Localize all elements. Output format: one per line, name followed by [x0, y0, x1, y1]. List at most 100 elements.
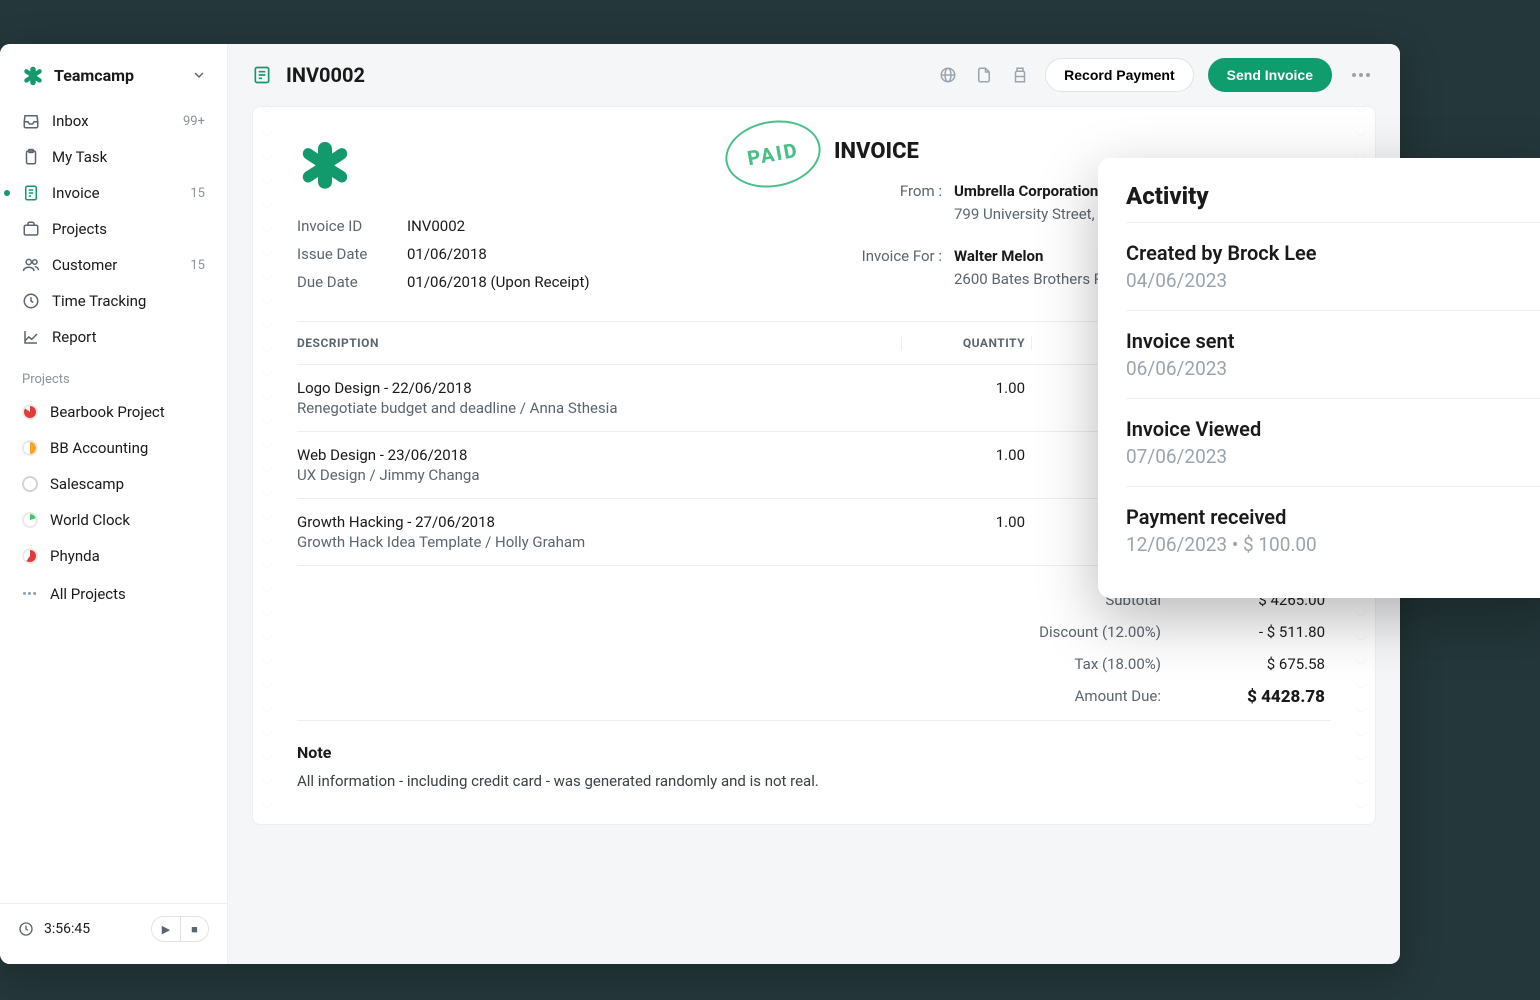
- project-label: Bearbook Project: [50, 403, 165, 421]
- nav-badge: 99+: [183, 114, 205, 129]
- issue-date-value: 01/06/2018: [407, 245, 794, 263]
- activity-item-title: Payment received: [1126, 505, 1540, 529]
- project-label: BB Accounting: [50, 439, 148, 457]
- due-date-label: Due Date: [297, 273, 407, 291]
- project-progress-icon: [22, 404, 38, 420]
- projects-section-label: Projects: [0, 354, 227, 395]
- sidebar-all-projects[interactable]: ••• All Projects: [10, 577, 217, 611]
- totals-row: Tax (18.00%)$ 675.58: [297, 648, 1331, 680]
- activity-title: Activity: [1126, 182, 1540, 210]
- activity-item: Payment received 12/06/2023 • $ 100.00: [1126, 486, 1540, 574]
- totals-row: Discount (12.00%)- $ 511.80: [297, 616, 1331, 648]
- activity-panel: Activity Created by Brock Lee 04/06/2023 I…: [1098, 158, 1540, 598]
- chart-icon: [22, 328, 40, 346]
- page-title: INV0002: [286, 63, 365, 87]
- activity-item-title: Created by Brock Lee: [1126, 241, 1540, 265]
- line-qty: 1.00: [901, 513, 1031, 551]
- project-world-clock[interactable]: World Clock: [10, 503, 217, 537]
- clipboard-icon: [22, 148, 40, 166]
- project-progress-icon: [22, 548, 38, 564]
- nav-label: Customer: [52, 256, 117, 274]
- invoice-id-value: INV0002: [407, 217, 794, 235]
- sidebar-item-customer[interactable]: Customer 15: [10, 248, 217, 282]
- activity-item: Invoice Viewed 07/06/2023: [1126, 398, 1540, 486]
- note-body: All information - including credit card …: [297, 772, 1331, 790]
- activity-item-title: Invoice sent: [1126, 329, 1540, 353]
- from-label: From :: [834, 182, 954, 200]
- invoice-id-label: Invoice ID: [297, 217, 407, 235]
- line-title: Logo Design - 22/06/2018: [297, 379, 901, 397]
- line-subtitle: UX Design / Jimmy Changa: [297, 466, 901, 484]
- line-title: Web Design - 23/06/2018: [297, 446, 901, 464]
- issue-date-label: Issue Date: [297, 245, 407, 263]
- project-bb-accounting[interactable]: BB Accounting: [10, 431, 217, 465]
- all-projects-label: All Projects: [50, 585, 126, 603]
- nav-label: Report: [52, 328, 97, 346]
- note-title: Note: [297, 743, 1331, 762]
- clock-icon: [18, 921, 34, 937]
- activity-item-date: 12/06/2023 • $ 100.00: [1126, 533, 1540, 556]
- clock-icon: [22, 292, 40, 310]
- totals-value: $ 4428.78: [1171, 687, 1331, 707]
- totals-value: - $ 511.80: [1171, 623, 1331, 641]
- nav-label: Inbox: [52, 112, 89, 130]
- timer-play-button[interactable]: ▶: [152, 917, 180, 941]
- line-qty: 1.00: [901, 446, 1031, 484]
- col-description: DESCRIPTION: [297, 336, 901, 350]
- totals-label: Tax (18.00%): [1021, 655, 1171, 673]
- line-qty: 1.00: [901, 379, 1031, 417]
- more-menu-button[interactable]: [1346, 67, 1376, 83]
- sidebar-item-time-tracking[interactable]: Time Tracking: [10, 284, 217, 318]
- nav-label: My Task: [52, 148, 107, 166]
- sidebar-footer: 3:56:45 ▶ ■: [0, 903, 227, 954]
- project-salescamp[interactable]: Salescamp: [10, 467, 217, 501]
- duplicate-icon[interactable]: [973, 64, 995, 86]
- sidebar-item-report[interactable]: Report: [10, 320, 217, 354]
- sidebar-item-projects[interactable]: Projects: [10, 212, 217, 246]
- for-label: Invoice For :: [834, 247, 954, 265]
- project-label: Salescamp: [50, 475, 124, 493]
- line-subtitle: Renegotiate budget and deadline / Anna S…: [297, 399, 901, 417]
- timer-stop-button[interactable]: ■: [180, 917, 208, 941]
- brand-switcher[interactable]: Teamcamp: [0, 58, 227, 104]
- topbar: INV0002 Record Payment Send Invoice: [228, 44, 1400, 106]
- activity-item: Created by Brock Lee 04/06/2023: [1126, 222, 1540, 310]
- inbox-icon: [22, 112, 40, 130]
- nav-label: Projects: [52, 220, 107, 238]
- record-payment-button[interactable]: Record Payment: [1045, 58, 1193, 92]
- activity-item-date: 06/06/2023: [1126, 357, 1540, 380]
- brand-name: Teamcamp: [54, 66, 181, 85]
- totals-value: $ 675.58: [1171, 655, 1331, 673]
- project-progress-icon: [22, 476, 38, 492]
- send-invoice-button[interactable]: Send Invoice: [1208, 58, 1332, 92]
- sidebar: Teamcamp Inbox 99+ My Task Invoice 15 Project…: [0, 44, 228, 964]
- users-icon: [22, 256, 40, 274]
- document-icon: [22, 184, 40, 202]
- col-quantity: QUANTITY: [901, 336, 1031, 350]
- nav-badge: 15: [190, 258, 205, 273]
- invoice-icon: [252, 65, 272, 85]
- sidebar-item-inbox[interactable]: Inbox 99+: [10, 104, 217, 138]
- nav-badge: 15: [190, 186, 205, 201]
- due-date-value: 01/06/2018 (Upon Receipt): [407, 273, 794, 291]
- nav-label: Invoice: [52, 184, 100, 202]
- globe-icon[interactable]: [937, 64, 959, 86]
- sidebar-item-invoice[interactable]: Invoice 15: [10, 176, 217, 210]
- totals-row: Amount Due:$ 4428.78: [297, 680, 1331, 714]
- printer-icon[interactable]: [1009, 64, 1031, 86]
- activity-item-date: 04/06/2023: [1126, 269, 1540, 292]
- project-bearbook-project[interactable]: Bearbook Project: [10, 395, 217, 429]
- teamcamp-logo-icon: [22, 64, 44, 86]
- line-subtitle: Growth Hack Idea Template / Holly Graham: [297, 533, 901, 551]
- totals-label: Amount Due:: [1021, 687, 1171, 707]
- timer-value: 3:56:45: [44, 921, 90, 937]
- project-phynda[interactable]: Phynda: [10, 539, 217, 573]
- line-title: Growth Hacking - 27/06/2018: [297, 513, 901, 531]
- project-label: Phynda: [50, 547, 100, 565]
- activity-item-title: Invoice Viewed: [1126, 417, 1540, 441]
- briefcase-icon: [22, 220, 40, 238]
- totals-label: Discount (12.00%): [1021, 623, 1171, 641]
- project-progress-icon: [22, 512, 38, 528]
- activity-item-date: 07/06/2023: [1126, 445, 1540, 468]
- sidebar-item-my-task[interactable]: My Task: [10, 140, 217, 174]
